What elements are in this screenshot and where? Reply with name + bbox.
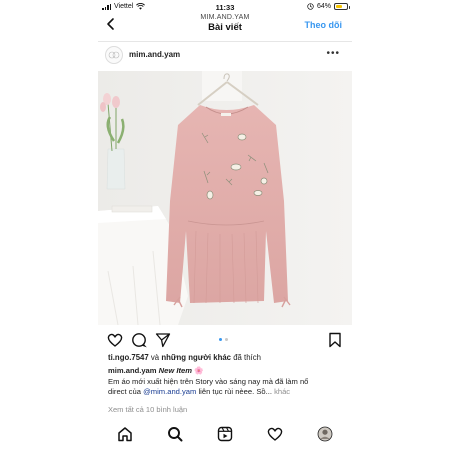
bottom-navigation bbox=[98, 420, 352, 450]
caption-line-1: Em áo mới xuất hiện trên Story vào sáng … bbox=[108, 376, 309, 386]
likes-joiner: và bbox=[150, 353, 160, 362]
heart-icon[interactable] bbox=[107, 332, 123, 348]
instagram-post-screen: Viettel 11:33 64% MIM.AND.YAM Bài viết T… bbox=[98, 0, 352, 450]
bookmark-icon[interactable] bbox=[327, 332, 343, 348]
battery-icon bbox=[334, 3, 350, 10]
carousel-dot-active bbox=[219, 338, 222, 341]
more-options-icon[interactable]: ••• bbox=[326, 48, 340, 59]
carousel-indicator bbox=[219, 338, 228, 341]
caption-mention[interactable]: @mim.and.yam bbox=[143, 387, 196, 396]
post-author-row: mim.and.yam ••• bbox=[98, 44, 352, 68]
share-icon[interactable] bbox=[155, 332, 171, 348]
likes-summary[interactable]: ti.ngo.7547 và những người khác đã thích bbox=[108, 353, 261, 362]
caption-more-link[interactable]: khác bbox=[274, 387, 290, 396]
post-username[interactable]: mim.and.yam bbox=[129, 50, 180, 59]
status-bar: Viettel 11:33 64% bbox=[98, 0, 352, 14]
reels-icon[interactable] bbox=[217, 426, 233, 442]
avatar[interactable] bbox=[105, 46, 123, 64]
location-icon bbox=[307, 3, 314, 10]
post-image[interactable] bbox=[98, 71, 352, 325]
caption-line-2-suffix: liên tục rùi nèee. Sồ... bbox=[198, 387, 272, 396]
post-actions bbox=[98, 330, 352, 350]
post-header-bar: MIM.AND.YAM Bài viết Theo dõi bbox=[98, 14, 352, 40]
search-icon[interactable] bbox=[167, 426, 183, 442]
caption-username[interactable]: mim.and.yam bbox=[108, 366, 157, 375]
caption-tag: New Item bbox=[158, 366, 193, 375]
flower-emoji: 🌸 bbox=[194, 366, 204, 375]
liker-username[interactable]: ti.ngo.7547 bbox=[108, 353, 149, 362]
likes-suffix: đã thích bbox=[233, 353, 261, 362]
caption-line-2-prefix: direct của bbox=[108, 387, 141, 396]
follow-button[interactable]: Theo dõi bbox=[305, 20, 343, 30]
likes-others[interactable]: những người khác bbox=[161, 353, 231, 362]
home-icon[interactable] bbox=[117, 426, 133, 442]
battery-percent: 64% bbox=[316, 3, 331, 10]
header-divider bbox=[98, 41, 352, 42]
view-all-comments-link[interactable]: Xem tất cả 10 bình luận bbox=[108, 405, 187, 414]
profile-avatar[interactable] bbox=[317, 426, 333, 442]
comment-icon[interactable] bbox=[131, 332, 147, 348]
post-caption: mim.and.yam New Item 🌸 Em áo mới xuất hi… bbox=[108, 366, 348, 398]
heart-icon[interactable] bbox=[267, 426, 283, 442]
carousel-dot bbox=[225, 338, 228, 341]
